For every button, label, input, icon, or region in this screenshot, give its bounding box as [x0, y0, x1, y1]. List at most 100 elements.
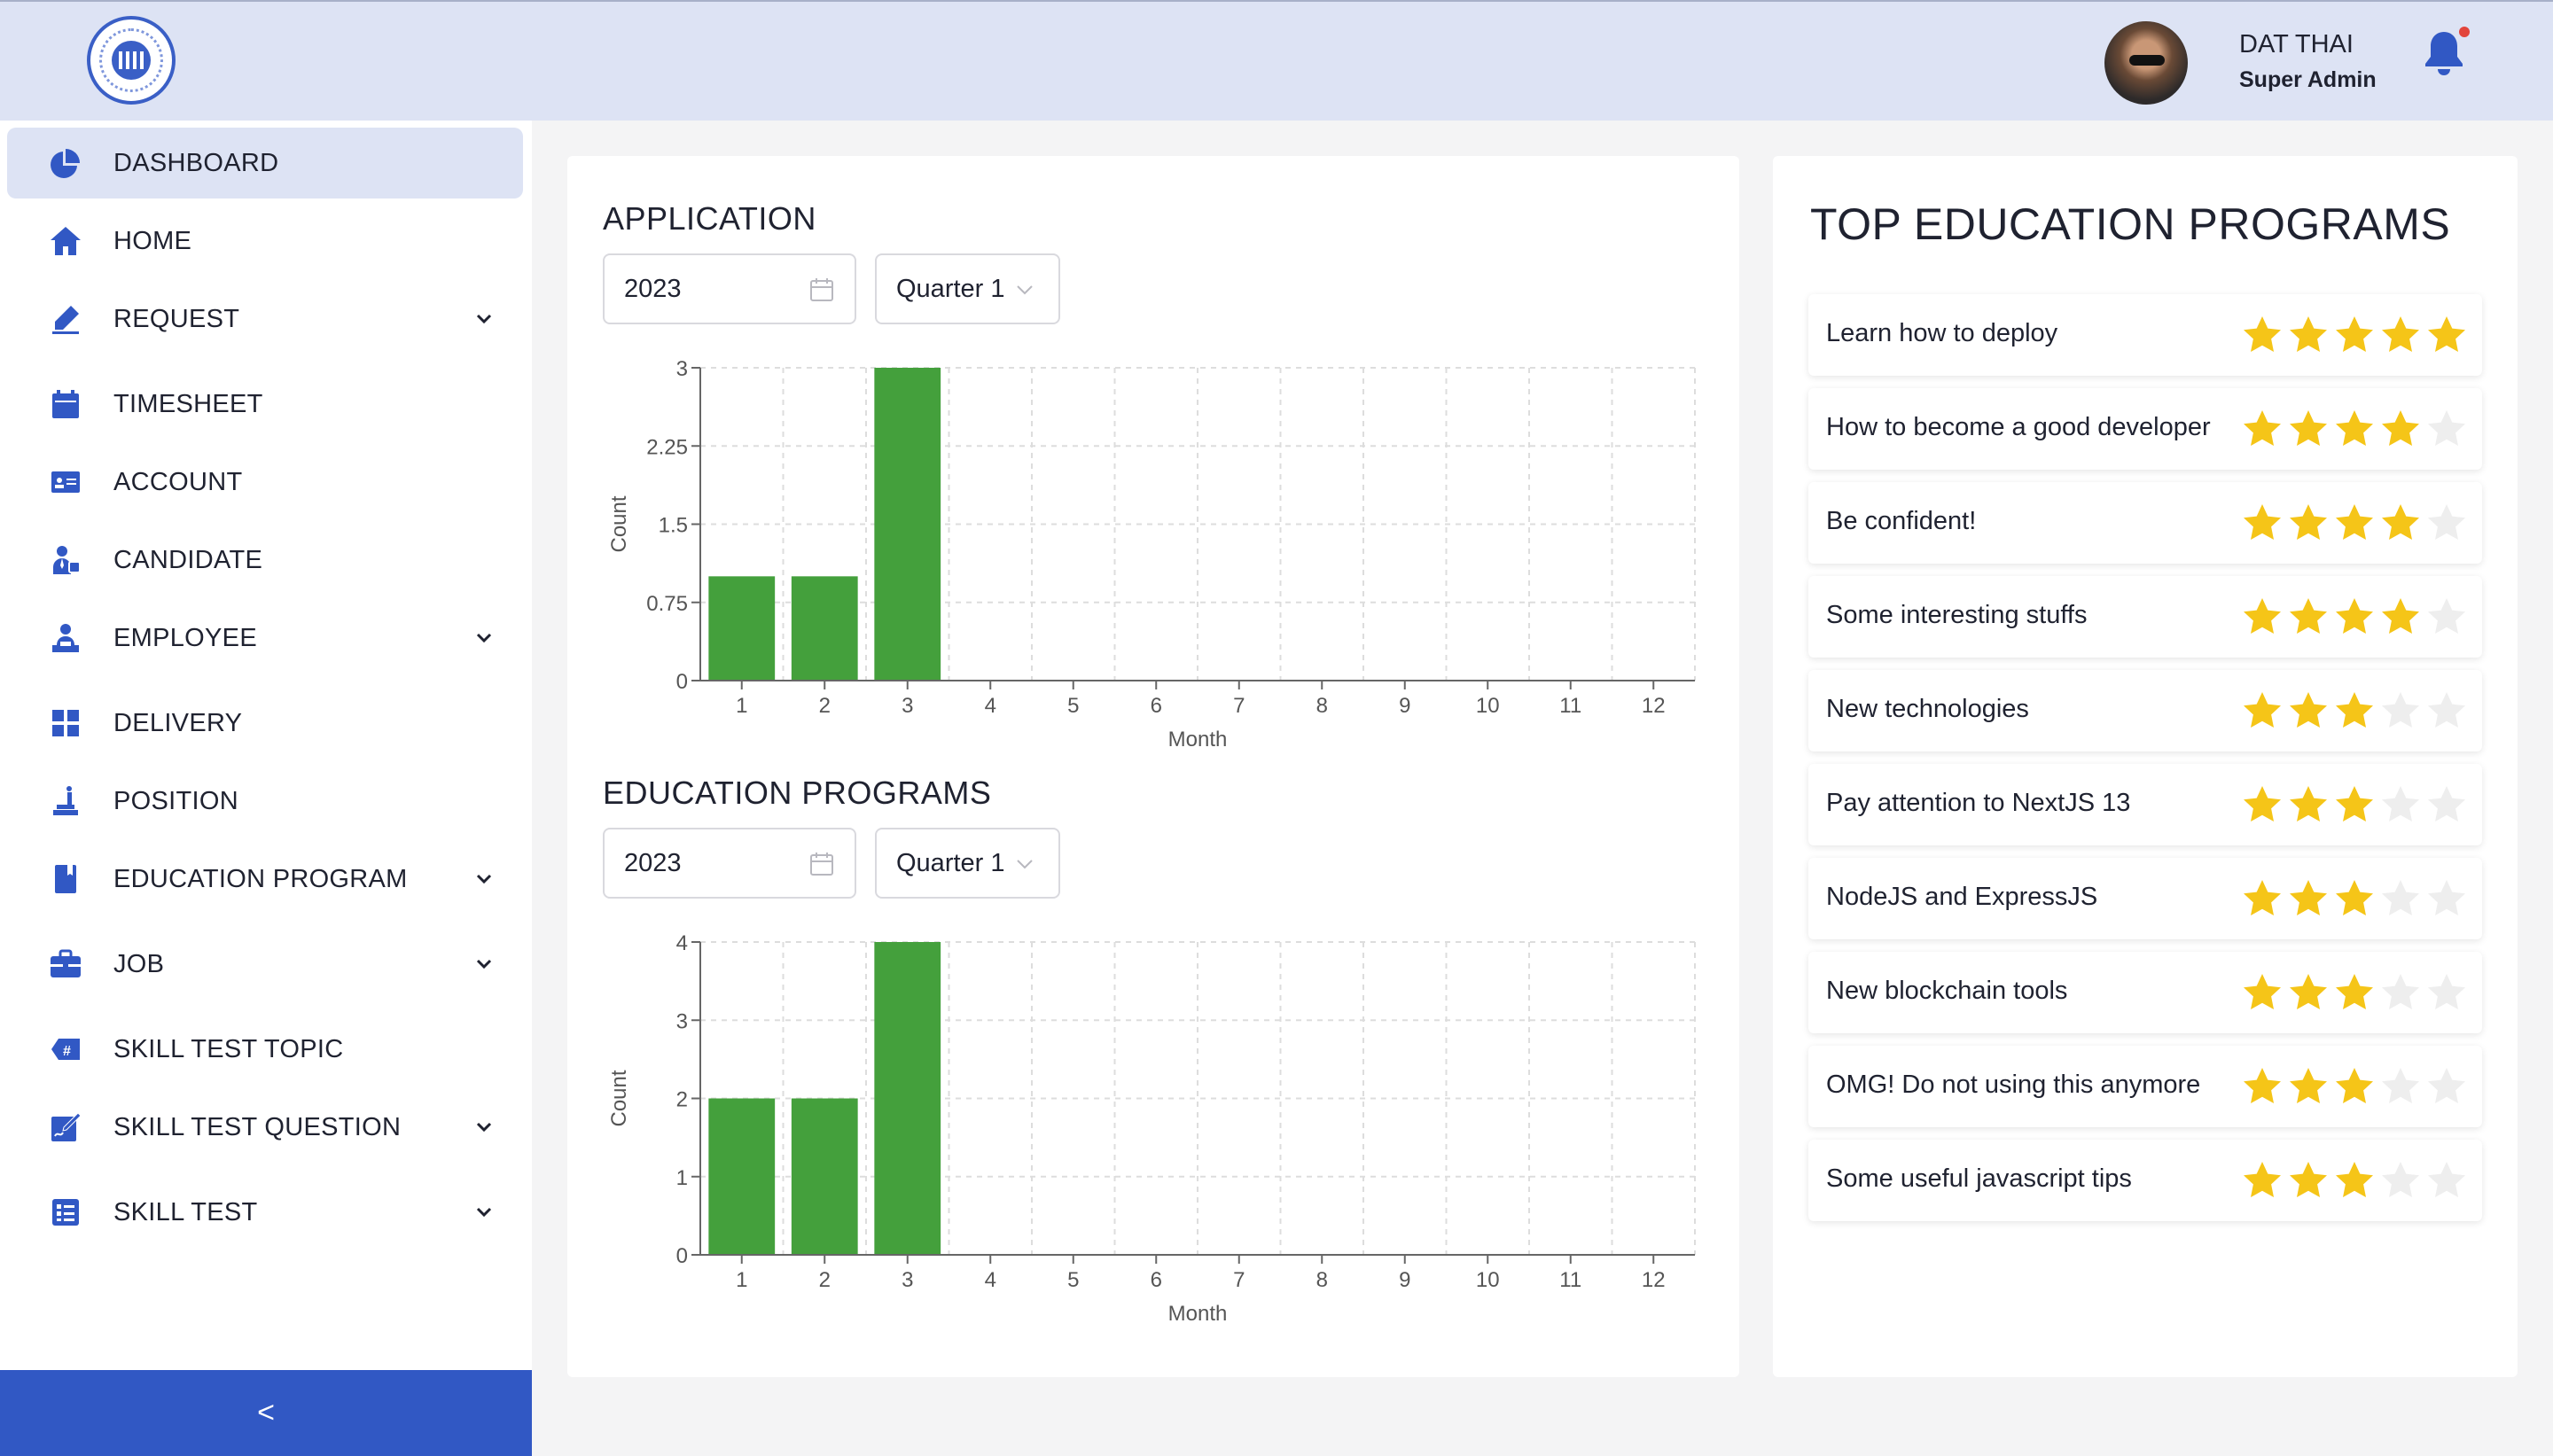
program-row[interactable]: Learn how to deploy — [1808, 294, 2482, 376]
program-row[interactable]: New blockchain tools — [1808, 952, 2482, 1033]
user-role: Super Admin — [2239, 67, 2377, 92]
collapse-sidebar-button[interactable]: < — [0, 1370, 532, 1456]
position-icon — [48, 783, 83, 819]
x-tick-label: 11 — [1559, 694, 1581, 718]
y-tick-label: 3 — [676, 357, 688, 381]
star-filled-icon — [2244, 504, 2281, 540]
chevron-down-icon[interactable] — [472, 1200, 496, 1225]
chevron-down-icon[interactable] — [472, 1115, 496, 1140]
education-year-value: 2023 — [624, 848, 682, 877]
star-empty-icon — [2382, 1068, 2419, 1103]
star-filled-icon — [2244, 598, 2281, 634]
bell-icon[interactable] — [2422, 28, 2466, 78]
y-axis-label: Count — [607, 495, 631, 552]
hashtag-icon: # — [48, 1032, 83, 1067]
application-year-value: 2023 — [624, 274, 682, 303]
y-tick-label: 0.75 — [646, 592, 688, 616]
star-empty-icon — [2428, 504, 2465, 540]
star-filled-icon — [2290, 410, 2327, 446]
star-filled-icon — [2290, 974, 2327, 1009]
star-filled-icon — [2244, 1068, 2281, 1103]
y-tick-label: 0 — [676, 1244, 688, 1268]
star-empty-icon — [2382, 786, 2419, 821]
sidebar-item-label: EMPLOYEE — [113, 623, 257, 652]
star-filled-icon — [2382, 504, 2419, 540]
sidebar-item-timesheet[interactable]: TIMESHEET — [7, 369, 523, 440]
sidebar-item-position[interactable]: POSITION — [7, 766, 523, 837]
program-row[interactable]: NodeJS and ExpressJS — [1808, 858, 2482, 939]
calendar-icon — [808, 276, 835, 303]
sidebar-item-delivery[interactable]: DELIVERY — [7, 688, 523, 759]
home-icon — [48, 223, 83, 259]
star-filled-icon — [2336, 974, 2373, 1009]
education-year-picker[interactable]: 2023 — [603, 828, 856, 899]
sidebar-item-skill-test-topic[interactable]: # SKILL TEST TOPIC — [7, 1014, 523, 1085]
y-tick-label: 2 — [676, 1088, 688, 1112]
sidebar-item-home[interactable]: HOME — [7, 206, 523, 276]
sidebar-item-label: SKILL TEST TOPIC — [113, 1034, 344, 1063]
program-row[interactable]: Some interesting stuffs — [1808, 576, 2482, 658]
y-axis-label: Count — [607, 1070, 631, 1126]
star-empty-icon — [2428, 1162, 2465, 1197]
program-name: Some interesting stuffs — [1826, 601, 2088, 629]
program-name: Some useful javascript tips — [1826, 1164, 2132, 1193]
education-quarter-select[interactable]: Quarter 1 — [875, 828, 1060, 899]
star-filled-icon — [2244, 316, 2281, 352]
star-empty-icon — [2428, 880, 2465, 915]
star-empty-icon — [2382, 974, 2419, 1009]
star-filled-icon — [2290, 1162, 2327, 1197]
x-axis-label: Month — [1168, 1302, 1228, 1326]
sidebar-item-label: EDUCATION PROGRAM — [113, 864, 408, 893]
star-rating — [2241, 596, 2471, 638]
x-tick-label: 8 — [1316, 694, 1328, 718]
x-tick-label: 1 — [736, 694, 747, 718]
program-row[interactable]: Pay attention to NextJS 13 — [1808, 764, 2482, 845]
star-empty-icon — [2382, 1162, 2419, 1197]
pencil-icon — [48, 301, 83, 337]
company-logo[interactable] — [87, 16, 176, 105]
program-row[interactable]: Some useful javascript tips — [1808, 1140, 2482, 1221]
program-row[interactable]: Be confident! — [1808, 482, 2482, 564]
sidebar-item-label: CANDIDATE — [113, 545, 263, 574]
chevron-down-icon[interactable] — [472, 626, 496, 650]
sidebar-item-account[interactable]: ACCOUNT — [7, 447, 523, 518]
sidebar-item-candidate[interactable]: CANDIDATE — [7, 525, 523, 596]
education-title: EDUCATION PROGRAMS — [603, 775, 992, 811]
program-row[interactable]: OMG! Do not using this anymore — [1808, 1046, 2482, 1127]
sidebar-item-employee[interactable]: EMPLOYEE — [7, 603, 523, 673]
x-tick-label: 6 — [1151, 1268, 1162, 1292]
star-filled-icon — [2336, 504, 2373, 540]
bar — [791, 1098, 858, 1255]
star-filled-icon — [2244, 974, 2281, 1009]
avatar[interactable] — [2104, 21, 2188, 105]
star-filled-icon — [2244, 410, 2281, 446]
star-filled-icon — [2290, 880, 2327, 915]
sidebar-item-request[interactable]: REQUEST — [7, 284, 523, 354]
star-filled-icon — [2290, 598, 2327, 634]
application-title: APPLICATION — [603, 200, 816, 237]
x-tick-label: 2 — [819, 1268, 831, 1292]
sidebar-item-skill-test[interactable]: SKILL TEST — [7, 1177, 523, 1248]
chevron-down-icon[interactable] — [472, 307, 496, 331]
sidebar-item-label: SKILL TEST QUESTION — [113, 1112, 402, 1141]
chevron-down-icon — [1014, 276, 1041, 303]
bar — [708, 576, 776, 681]
chevron-down-icon[interactable] — [472, 867, 496, 892]
sidebar-item-education-program[interactable]: EDUCATION PROGRAM — [7, 844, 523, 915]
chevron-down-icon[interactable] — [472, 952, 496, 977]
x-tick-label: 12 — [1642, 694, 1666, 718]
program-name: OMG! Do not using this anymore — [1826, 1071, 2201, 1099]
sidebar-item-dashboard[interactable]: DASHBOARD — [7, 128, 523, 199]
application-year-picker[interactable]: 2023 — [603, 253, 856, 324]
program-row[interactable]: New technologies — [1808, 670, 2482, 751]
grid-icon — [48, 705, 83, 741]
sidebar-item-label: REQUEST — [113, 304, 240, 333]
sidebar-item-job[interactable]: JOB — [7, 929, 523, 1000]
star-filled-icon — [2290, 1068, 2327, 1103]
application-quarter-select[interactable]: Quarter 1 — [875, 253, 1060, 324]
star-rating — [2241, 971, 2471, 1014]
x-tick-label: 9 — [1399, 1268, 1410, 1292]
notification-dot — [2459, 27, 2470, 37]
sidebar-item-skill-test-question[interactable]: SKILL TEST QUESTION — [7, 1092, 523, 1163]
program-row[interactable]: How to become a good developer — [1808, 388, 2482, 470]
